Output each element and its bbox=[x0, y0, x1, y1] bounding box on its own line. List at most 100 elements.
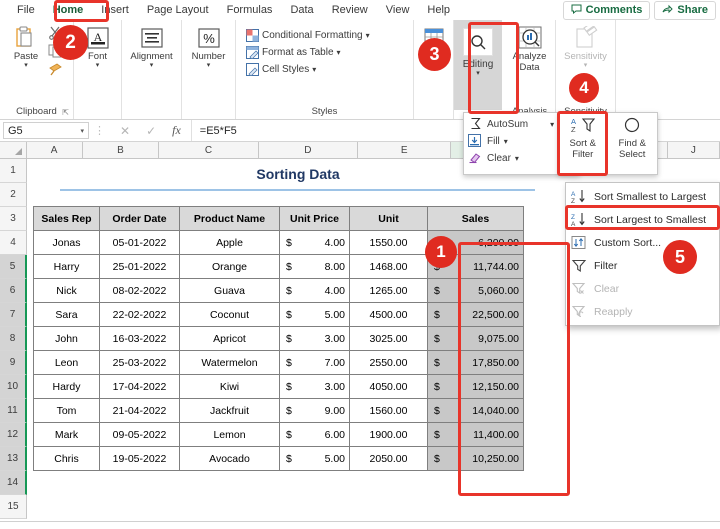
cell-sales[interactable]: $5,060.00 bbox=[427, 278, 524, 303]
chevron-down-icon[interactable]: ▾ bbox=[24, 62, 28, 69]
cell-prod[interactable]: Apricot bbox=[179, 326, 280, 351]
menu-item-sort-smallest-to-largest[interactable]: AZ Sort Smallest to Largest bbox=[566, 185, 719, 208]
row-header-1[interactable]: 1 bbox=[0, 159, 27, 183]
table-row[interactable]: Chris 19-05-2022 Avocado $5.00 2050.00 $… bbox=[33, 446, 524, 471]
cell-sales[interactable]: $14,040.00 bbox=[427, 398, 524, 423]
cell-date[interactable]: 09-05-2022 bbox=[99, 422, 180, 447]
name-box[interactable]: G5 ▾ bbox=[3, 122, 89, 139]
cell-units[interactable]: 2050.00 bbox=[349, 446, 428, 471]
chevron-down-icon[interactable]: ▾ bbox=[207, 62, 211, 69]
cell-price[interactable]: $3.00 bbox=[279, 326, 350, 351]
table-row[interactable]: John 16-03-2022 Apricot $3.00 3025.00 $9… bbox=[33, 326, 524, 351]
chevron-down-icon[interactable]: ▾ bbox=[584, 62, 588, 69]
confirm-icon[interactable]: ✓ bbox=[146, 124, 156, 138]
cell-sales[interactable]: $17,850.00 bbox=[427, 350, 524, 375]
table-row[interactable]: Tom 21-04-2022 Jackfruit $9.00 1560.00 $… bbox=[33, 398, 524, 423]
cell-price[interactable]: $7.00 bbox=[279, 350, 350, 375]
cell-prod[interactable]: Coconut bbox=[179, 302, 280, 327]
cell-date[interactable]: 08-02-2022 bbox=[99, 278, 180, 303]
cell-units[interactable]: 1550.00 bbox=[349, 230, 428, 255]
cell-prod[interactable]: Jackfruit bbox=[179, 398, 280, 423]
chevron-down-icon[interactable]: ▾ bbox=[504, 138, 508, 146]
cell-rep[interactable]: Tom bbox=[33, 398, 100, 423]
cell-price[interactable]: $4.00 bbox=[279, 230, 350, 255]
th-unit-price[interactable]: Unit Price bbox=[279, 206, 350, 231]
cell-sales[interactable]: $9,075.00 bbox=[427, 326, 524, 351]
chevron-down-icon[interactable]: ▾ bbox=[366, 32, 370, 40]
column-header-b[interactable]: B bbox=[82, 142, 160, 158]
row-header-10[interactable]: 10 bbox=[0, 375, 27, 399]
sort-and-filter-button[interactable]: A Z Sort & Filter bbox=[558, 113, 608, 174]
tab-review[interactable]: Review bbox=[323, 2, 377, 18]
conditional-formatting-button[interactable]: Conditional Formatting ▾ bbox=[246, 27, 370, 44]
share-button[interactable]: Share bbox=[654, 0, 716, 20]
cell-units[interactable]: 2550.00 bbox=[349, 350, 428, 375]
cell-price[interactable]: $6.00 bbox=[279, 422, 350, 447]
tab-data[interactable]: Data bbox=[281, 2, 322, 18]
tab-home[interactable]: Home bbox=[44, 2, 93, 18]
analyze-data-button[interactable]: Analyze Data bbox=[508, 23, 551, 74]
row-header-15[interactable]: 15 bbox=[0, 495, 27, 519]
row-header-8[interactable]: 8 bbox=[0, 327, 27, 351]
table-row[interactable]: Hardy 17-04-2022 Kiwi $3.00 4050.00 $12,… bbox=[33, 374, 524, 399]
cell-rep[interactable]: Leon bbox=[33, 350, 100, 375]
chevron-down-icon[interactable]: ▾ bbox=[476, 70, 480, 77]
cell-price[interactable]: $5.00 bbox=[279, 302, 350, 327]
alignment-button[interactable]: Alignment ▾ bbox=[126, 23, 177, 69]
row-header-2[interactable]: 2 bbox=[0, 183, 27, 207]
cell-prod[interactable]: Avocado bbox=[179, 446, 280, 471]
column-header-a[interactable]: A bbox=[26, 142, 83, 158]
th-unit[interactable]: Unit bbox=[349, 206, 428, 231]
column-header-d[interactable]: D bbox=[258, 142, 359, 158]
cell-price[interactable]: $9.00 bbox=[279, 398, 350, 423]
cell-price[interactable]: $8.00 bbox=[279, 254, 350, 279]
cell-sales[interactable]: $10,250.00 bbox=[427, 446, 524, 471]
number-button[interactable]: % Number ▾ bbox=[186, 23, 231, 69]
row-header-3[interactable]: 3 bbox=[0, 207, 27, 231]
tab-formulas[interactable]: Formulas bbox=[218, 2, 282, 18]
th-sales-rep[interactable]: Sales Rep bbox=[33, 206, 100, 231]
cell-rep[interactable]: Nick bbox=[33, 278, 100, 303]
chevron-down-icon[interactable]: ▾ bbox=[337, 49, 341, 57]
column-header-j[interactable]: J bbox=[667, 142, 720, 158]
cell-rep[interactable]: Chris bbox=[33, 446, 100, 471]
cell-units[interactable]: 4050.00 bbox=[349, 374, 428, 399]
cell-prod[interactable]: Kiwi bbox=[179, 374, 280, 399]
cell-date[interactable]: 25-01-2022 bbox=[99, 254, 180, 279]
row-header-14[interactable]: 14 bbox=[0, 471, 27, 495]
row-header-7[interactable]: 7 bbox=[0, 303, 27, 327]
comments-button[interactable]: Comments bbox=[562, 0, 651, 20]
cell-sales[interactable]: $12,150.00 bbox=[427, 374, 524, 399]
cell-date[interactable]: 25-03-2022 bbox=[99, 350, 180, 375]
cell-date[interactable]: 16-03-2022 bbox=[99, 326, 180, 351]
cell-units[interactable]: 4500.00 bbox=[349, 302, 428, 327]
cell-prod[interactable]: Orange bbox=[179, 254, 280, 279]
cell-prod[interactable]: Watermelon bbox=[179, 350, 280, 375]
th-product-name[interactable]: Product Name bbox=[179, 206, 280, 231]
column-header-e[interactable]: E bbox=[358, 142, 452, 158]
editing-button[interactable]: Editing ▾ bbox=[454, 20, 502, 110]
tab-file[interactable]: File bbox=[8, 2, 44, 18]
cell-date[interactable]: 05-01-2022 bbox=[99, 230, 180, 255]
cell-prod[interactable]: Lemon bbox=[179, 422, 280, 447]
format-painter-icon[interactable] bbox=[48, 62, 63, 79]
cell-styles-button[interactable]: Cell Styles ▾ bbox=[246, 61, 316, 78]
find-and-select-button[interactable]: Find & Select bbox=[608, 113, 658, 174]
cell-units[interactable]: 1900.00 bbox=[349, 422, 428, 447]
row-header-4[interactable]: 4 bbox=[0, 231, 27, 255]
tab-insert[interactable]: Insert bbox=[92, 2, 138, 18]
cell-prod[interactable]: Guava bbox=[179, 278, 280, 303]
row-header-9[interactable]: 9 bbox=[0, 351, 27, 375]
dialog-launcher-icon[interactable]: ⇱ bbox=[62, 108, 69, 117]
row-header-12[interactable]: 12 bbox=[0, 423, 27, 447]
table-row[interactable]: Nick 08-02-2022 Guava $4.00 1265.00 $5,0… bbox=[33, 278, 524, 303]
tab-page-layout[interactable]: Page Layout bbox=[138, 2, 218, 18]
table-row[interactable]: Leon 25-03-2022 Watermelon $7.00 2550.00… bbox=[33, 350, 524, 375]
cell-units[interactable]: 3025.00 bbox=[349, 326, 428, 351]
cell-rep[interactable]: Harry bbox=[33, 254, 100, 279]
cell-sales[interactable]: $22,500.00 bbox=[427, 302, 524, 327]
format-as-table-button[interactable]: Format as Table ▾ bbox=[246, 44, 341, 61]
cell-date[interactable]: 19-05-2022 bbox=[99, 446, 180, 471]
chevron-down-icon[interactable]: ▾ bbox=[550, 121, 554, 129]
cell-rep[interactable]: John bbox=[33, 326, 100, 351]
